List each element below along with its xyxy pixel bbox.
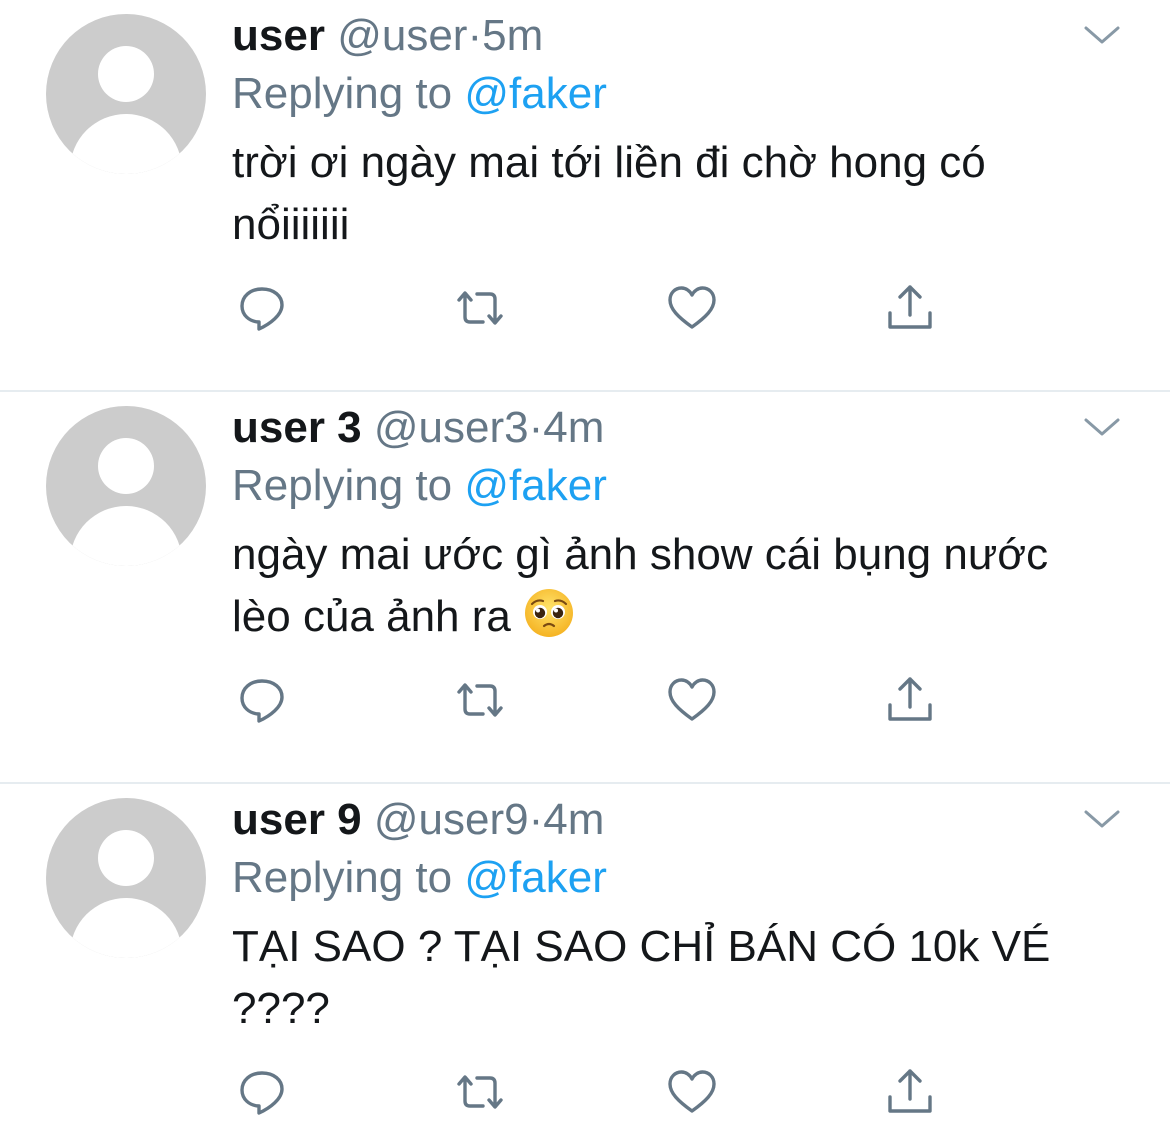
tweet-text: ngày mai ước gì ảnh show cái bụng nước l… [232, 530, 1049, 641]
user-handle[interactable]: @user [337, 11, 467, 60]
share-upload-icon [888, 677, 932, 721]
retweet-button[interactable] [450, 670, 510, 730]
timestamp[interactable]: 5m [482, 11, 543, 60]
speech-bubble-icon [240, 287, 284, 331]
tweet-header: user @user·5m [232, 8, 1110, 64]
tweet-actions [232, 1062, 952, 1122]
share-button[interactable] [880, 1062, 940, 1122]
separator-dot: · [467, 11, 483, 60]
reply-button[interactable] [232, 670, 292, 730]
chevron-down-icon[interactable] [1082, 804, 1122, 834]
replying-to-label: Replying to [232, 853, 453, 902]
tweet-item[interactable]: user 3 @user3·4m Replying to @faker ngày… [0, 392, 1170, 784]
like-button[interactable] [662, 278, 722, 338]
timestamp[interactable]: 4m [543, 795, 604, 844]
retweet-arrows-icon [457, 1075, 503, 1109]
replying-to-handle[interactable]: @faker [464, 69, 606, 118]
avatar-body-shape [70, 898, 182, 958]
display-name[interactable]: user 9 [232, 795, 362, 844]
tweet-header: user 3 @user3·4m [232, 400, 1110, 456]
replying-to-label: Replying to [232, 461, 453, 510]
tweet-header: user 9 @user9·4m [232, 792, 1110, 848]
like-button[interactable] [662, 1062, 722, 1122]
avatar[interactable] [46, 14, 206, 174]
tweet-actions [232, 278, 952, 338]
avatar-body-shape [70, 114, 182, 174]
avatar-head-shape [98, 438, 154, 494]
tweet-actions [232, 670, 952, 730]
retweet-button[interactable] [450, 1062, 510, 1122]
user-handle[interactable]: @user9 [374, 795, 529, 844]
tweet-item[interactable]: user @user·5m Replying to @faker trời ơi… [0, 0, 1170, 392]
reply-button[interactable] [232, 278, 292, 338]
retweet-arrows-icon [457, 291, 503, 325]
retweet-button[interactable] [450, 278, 510, 338]
replying-to: Replying to @faker [232, 64, 1110, 124]
reply-feed: user @user·5m Replying to @faker trời ơi… [0, 0, 1170, 1142]
tweet-content: user 9 @user9·4m Replying to @faker TẠI … [232, 792, 1110, 1040]
heart-icon [668, 1070, 716, 1113]
pleading-face-emoji [525, 589, 574, 637]
share-button[interactable] [880, 670, 940, 730]
replying-to: Replying to @faker [232, 848, 1110, 908]
replying-to-handle[interactable]: @faker [464, 461, 606, 510]
separator-dot: · [528, 403, 544, 452]
speech-bubble-icon [240, 1071, 284, 1115]
display-name[interactable]: user [232, 11, 325, 60]
replying-to-handle[interactable]: @faker [464, 853, 606, 902]
display-name[interactable]: user 3 [232, 403, 362, 452]
like-button[interactable] [662, 670, 722, 730]
tweet-content: user 3 @user3·4m Replying to @faker ngày… [232, 400, 1110, 648]
chevron-down-icon[interactable] [1082, 412, 1122, 442]
share-upload-icon [888, 1069, 932, 1113]
heart-icon [668, 678, 716, 721]
share-button[interactable] [880, 278, 940, 338]
replying-to-label: Replying to [232, 69, 453, 118]
tweet-text: trời ơi ngày mai tới liền đi chờ hong có… [232, 138, 986, 249]
reply-button[interactable] [232, 1062, 292, 1122]
tweet-item[interactable]: user 9 @user9·4m Replying to @faker TẠI … [0, 784, 1170, 1142]
tweet-content: user @user·5m Replying to @faker trời ơi… [232, 8, 1110, 256]
tweet-text-container: ngày mai ước gì ảnh show cái bụng nước l… [232, 524, 1110, 648]
tweet-text: TẠI SAO ? TẠI SAO CHỈ BÁN CÓ 10k VÉ ???? [232, 922, 1051, 1033]
avatar-head-shape [98, 46, 154, 102]
speech-bubble-icon [240, 679, 284, 723]
retweet-arrows-icon [457, 683, 503, 717]
avatar-head-shape [98, 830, 154, 886]
chevron-down-icon[interactable] [1082, 20, 1122, 50]
avatar[interactable] [46, 406, 206, 566]
share-upload-icon [888, 285, 932, 329]
heart-icon [668, 286, 716, 329]
separator-dot: · [528, 795, 544, 844]
replying-to: Replying to @faker [232, 456, 1110, 516]
avatar[interactable] [46, 798, 206, 958]
avatar-body-shape [70, 506, 182, 566]
timestamp[interactable]: 4m [543, 403, 604, 452]
user-handle[interactable]: @user3 [374, 403, 529, 452]
